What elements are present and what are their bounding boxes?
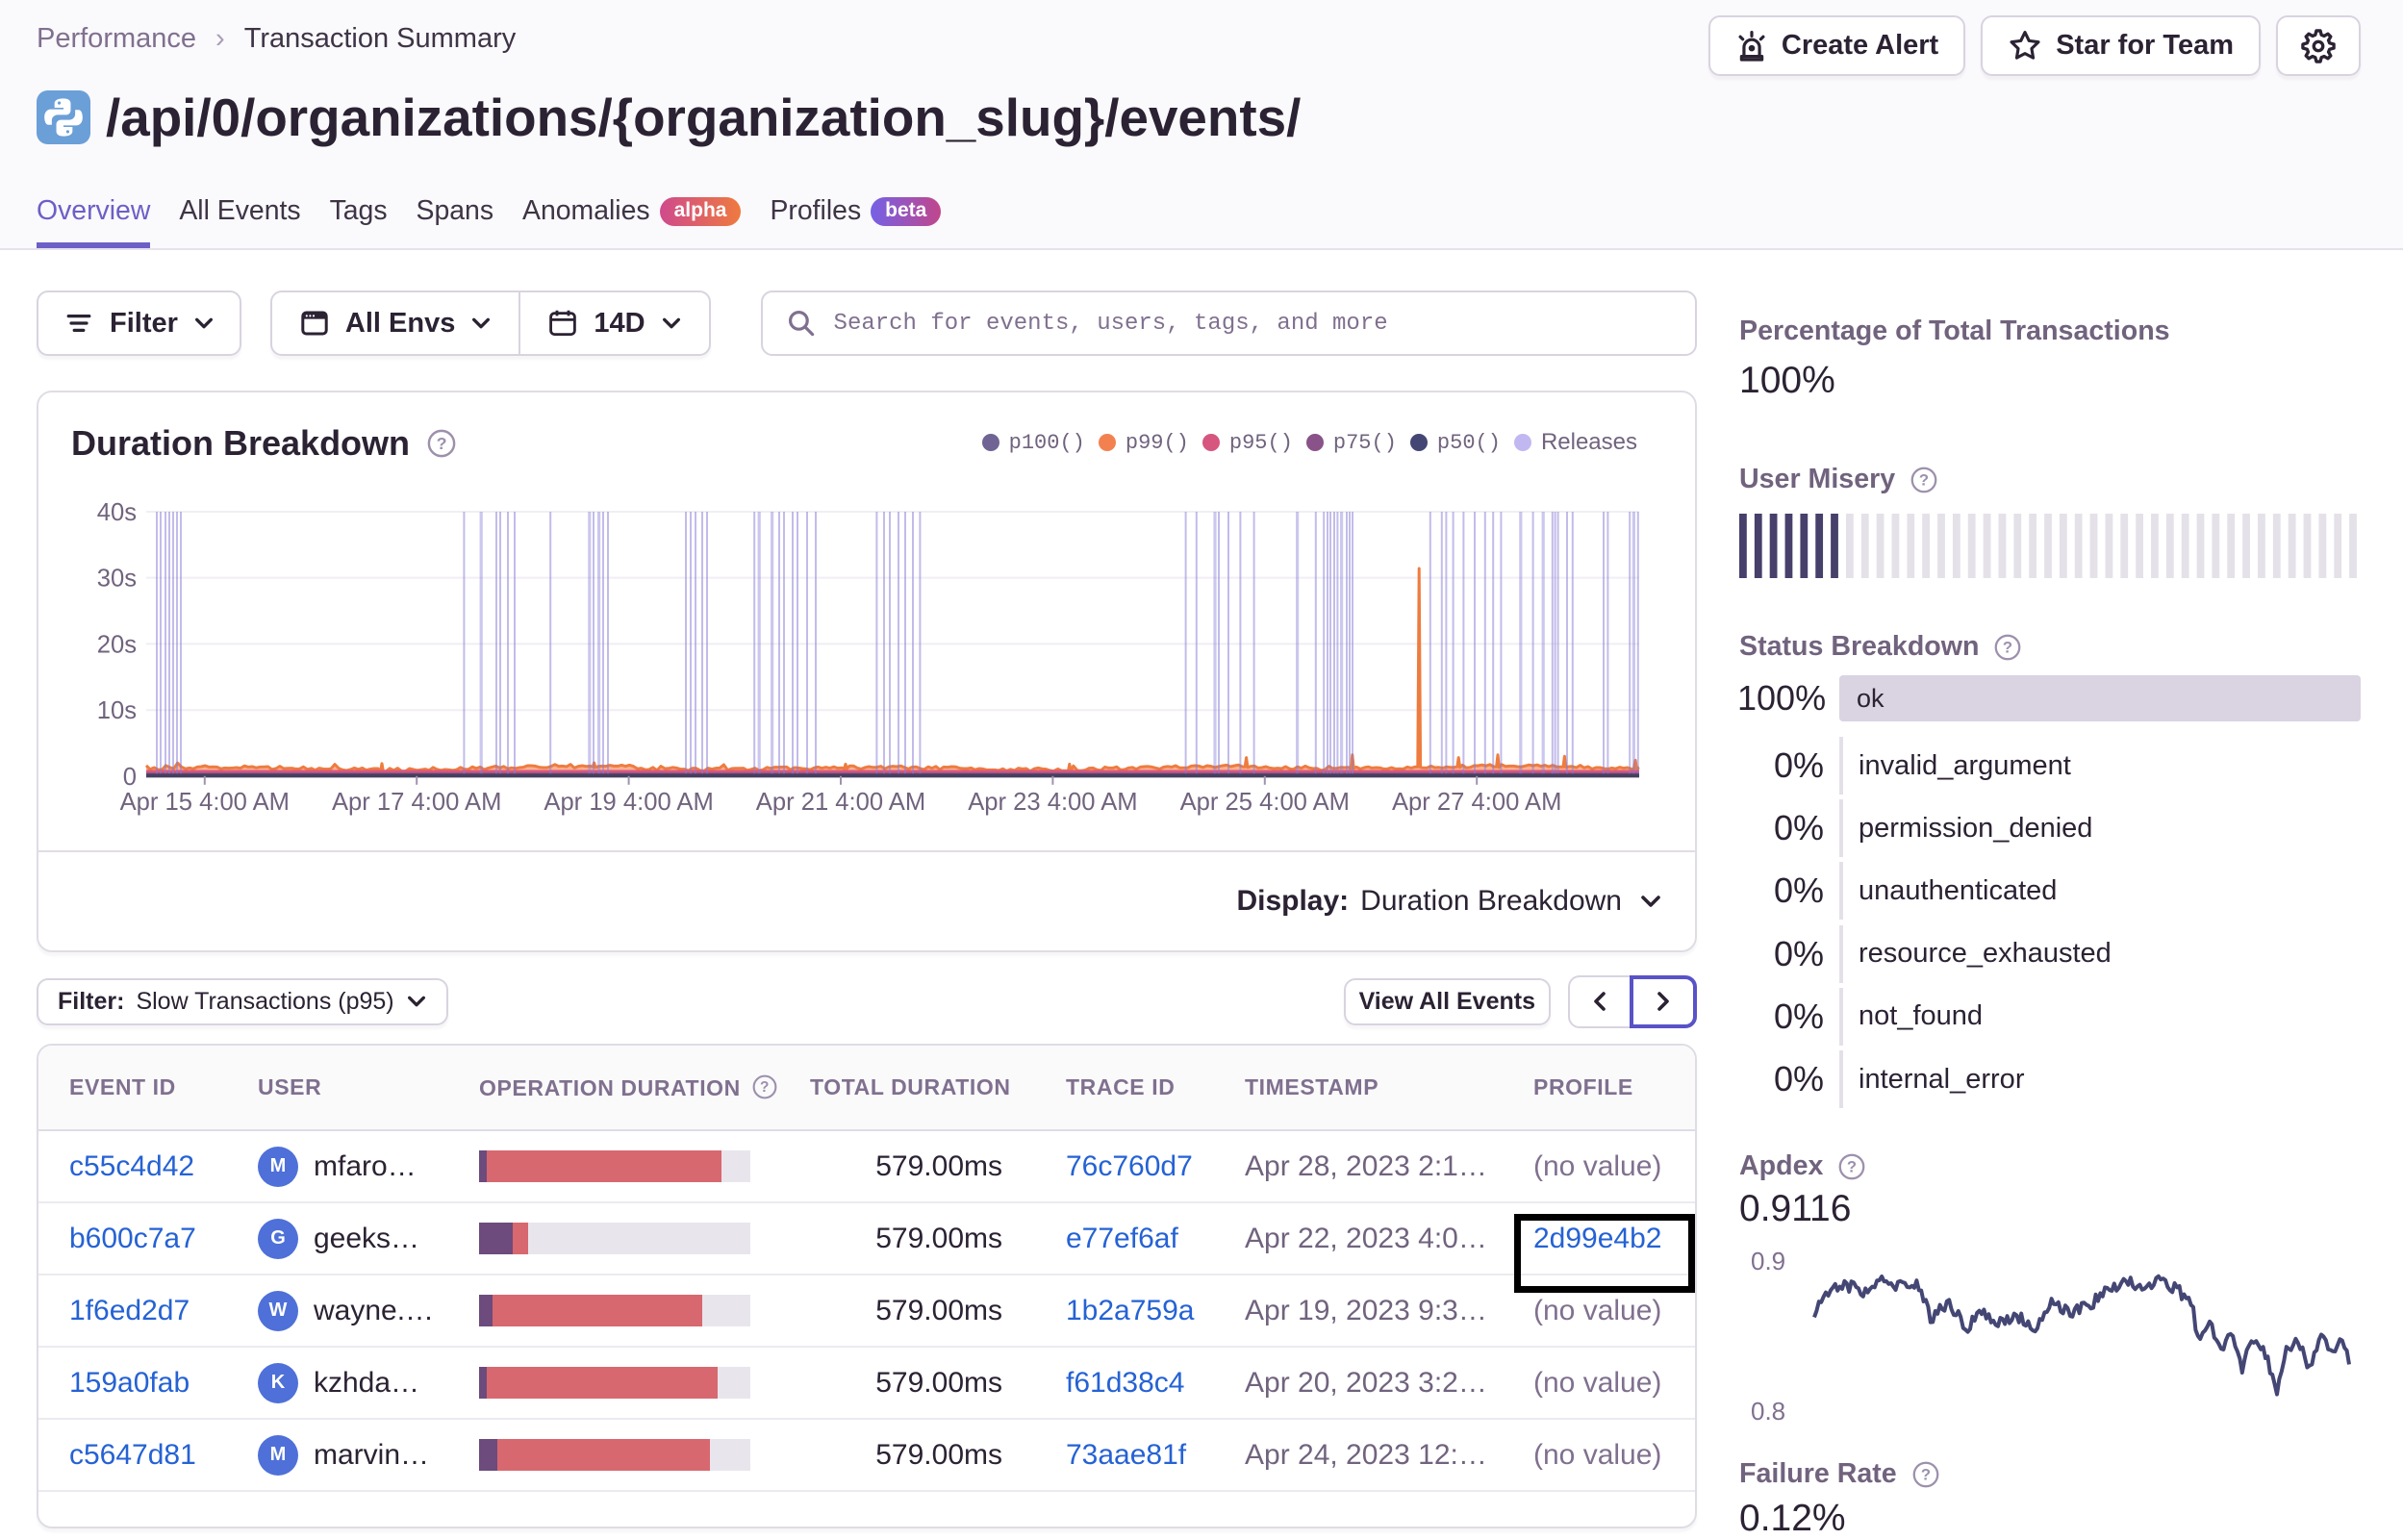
- svg-text:0: 0: [123, 764, 137, 791]
- svg-text:Apr 21 4:00 AM: Apr 21 4:00 AM: [756, 789, 925, 816]
- svg-text:Apr 25 4:00 AM: Apr 25 4:00 AM: [1180, 789, 1350, 816]
- svg-text:40s: 40s: [97, 499, 137, 526]
- svg-text:Apr 23 4:00 AM: Apr 23 4:00 AM: [968, 789, 1137, 816]
- svg-text:20s: 20s: [97, 631, 137, 658]
- svg-text:Apr 17 4:00 AM: Apr 17 4:00 AM: [332, 789, 501, 816]
- svg-text:?: ?: [760, 1079, 770, 1096]
- svg-text:Apr 19 4:00 AM: Apr 19 4:00 AM: [544, 789, 713, 816]
- svg-text:10s: 10s: [97, 697, 137, 724]
- svg-text:?: ?: [2003, 638, 2012, 656]
- svg-text:30s: 30s: [97, 566, 137, 593]
- svg-text:?: ?: [1847, 1157, 1857, 1175]
- svg-text:Apr 27 4:00 AM: Apr 27 4:00 AM: [1392, 789, 1561, 816]
- svg-text:?: ?: [1921, 1465, 1931, 1483]
- svg-text:?: ?: [1919, 470, 1929, 489]
- svg-text:Apr 15 4:00 AM: Apr 15 4:00 AM: [120, 789, 290, 816]
- svg-text:?: ?: [437, 434, 447, 453]
